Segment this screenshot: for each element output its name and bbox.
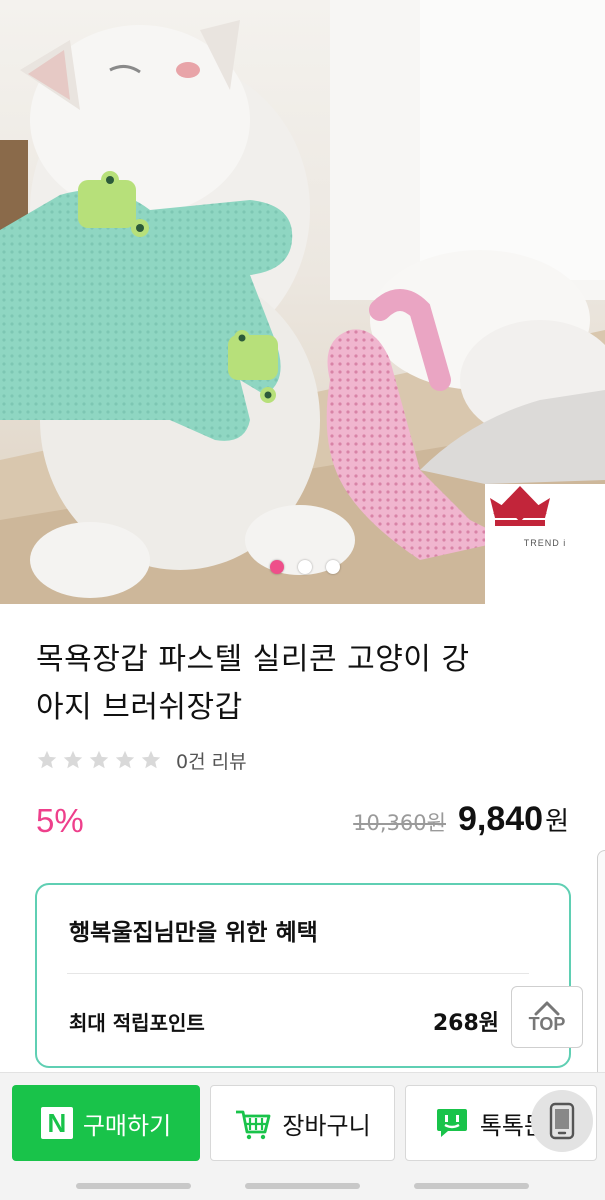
member-benefit-box: 행복울집님만을 위한 혜택 최대 적립포인트 268원 bbox=[35, 883, 571, 1068]
buy-button[interactable]: N 구매하기 bbox=[12, 1085, 200, 1161]
cart-icon bbox=[234, 1106, 272, 1140]
product-title-line-2: 아지 브러쉬장갑 bbox=[36, 690, 243, 725]
star-icon bbox=[63, 750, 83, 769]
carousel-dot-2[interactable] bbox=[297, 560, 312, 574]
rating-row[interactable]: 0건 리뷰 bbox=[36, 746, 247, 774]
product-title: 목욕장갑 파스텔 실리콘 고양이 강 아지 브러쉬장갑 bbox=[36, 636, 576, 732]
side-drawer-handle[interactable] bbox=[597, 850, 605, 1080]
points-label: 최대 적립포인트 bbox=[69, 1011, 205, 1035]
sale-price-unit: 원 bbox=[545, 807, 569, 837]
star-icon bbox=[89, 750, 109, 769]
sale-price: 9,840 bbox=[457, 800, 544, 838]
buy-button-label: 구매하기 bbox=[82, 1111, 172, 1140]
star-icon bbox=[115, 750, 135, 769]
carousel-indicator bbox=[0, 560, 605, 578]
nav-back[interactable] bbox=[414, 1183, 529, 1189]
purchase-action-bar: N 구매하기 장바구니 톡톡문의 bbox=[0, 1072, 605, 1172]
original-price: 10,360원 bbox=[353, 811, 446, 835]
system-navigation-bar bbox=[0, 1172, 605, 1200]
cart-button[interactable]: 장바구니 bbox=[210, 1085, 395, 1161]
discount-rate: 5% bbox=[36, 802, 84, 839]
price-block: 10,360원 9,840 원 bbox=[353, 800, 569, 839]
benefit-title: 행복울집님만을 위한 혜택 bbox=[69, 920, 318, 946]
nav-recent-apps[interactable] bbox=[76, 1183, 191, 1189]
cart-button-label: 장바구니 bbox=[282, 1111, 371, 1140]
review-count[interactable]: 0건 리뷰 bbox=[176, 747, 247, 774]
floating-device-button[interactable] bbox=[531, 1090, 593, 1152]
carousel-dot-3[interactable] bbox=[325, 560, 340, 574]
carousel-dot-1[interactable] bbox=[269, 560, 284, 574]
scroll-top-button[interactable]: TOP bbox=[511, 986, 583, 1048]
talk-icon bbox=[434, 1105, 470, 1141]
phone-icon bbox=[549, 1102, 575, 1140]
brand-logo: TREND i bbox=[485, 484, 605, 604]
brand-logo-text: TREND i bbox=[523, 538, 567, 548]
product-title-line-1: 목욕장갑 파스텔 실리콘 고양이 강 bbox=[36, 642, 470, 677]
naver-pay-logo: N bbox=[40, 1107, 73, 1139]
product-image-carousel[interactable]: TREND i bbox=[0, 0, 605, 604]
benefit-divider bbox=[67, 973, 529, 974]
star-icon bbox=[141, 750, 161, 769]
star-rating bbox=[36, 749, 162, 771]
nav-home[interactable] bbox=[245, 1183, 360, 1189]
star-icon bbox=[37, 750, 57, 769]
scroll-top-label: TOP bbox=[528, 1013, 566, 1034]
brand-mark-icon bbox=[493, 486, 547, 522]
points-value: 268원 bbox=[432, 1011, 499, 1036]
